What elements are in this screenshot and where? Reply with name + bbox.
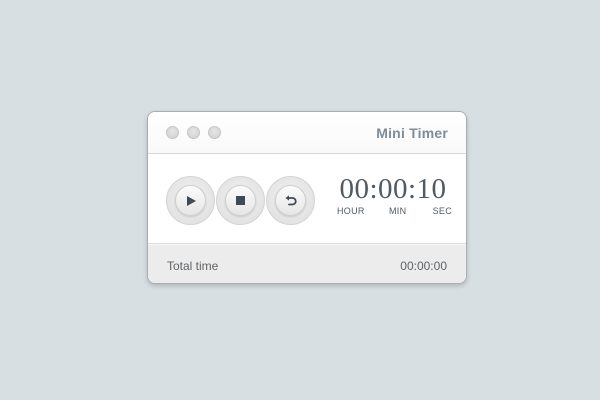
hour-label: HOUR	[337, 206, 365, 216]
title-bar: Mini Timer	[148, 112, 466, 154]
minimize-window-dot[interactable]	[187, 126, 200, 139]
second-label: SEC	[432, 206, 452, 216]
desktop-background: Mini Timer 00:00:10 HOUR MIN SEC Total t…	[0, 0, 600, 400]
play-button[interactable]	[166, 176, 215, 225]
play-icon	[185, 195, 197, 207]
timer-body: 00:00:10 HOUR MIN SEC	[148, 154, 466, 243]
time-display: 00:00:10 HOUR MIN SEC	[334, 174, 452, 218]
mini-timer-window: Mini Timer 00:00:10 HOUR MIN SEC Total t…	[147, 111, 467, 284]
time-units: HOUR MIN SEC	[334, 206, 452, 218]
reset-button[interactable]	[266, 176, 315, 225]
close-window-dot[interactable]	[166, 126, 179, 139]
window-title: Mini Timer	[376, 125, 448, 141]
total-time-value: 00:00:00	[400, 259, 447, 273]
total-time-bar: Total time 00:00:00	[148, 243, 466, 283]
maximize-window-dot[interactable]	[208, 126, 221, 139]
stop-icon	[235, 195, 246, 206]
minute-label: MIN	[389, 206, 407, 216]
total-time-label: Total time	[167, 259, 219, 273]
stop-button[interactable]	[216, 176, 265, 225]
elapsed-time: 00:00:10	[339, 173, 447, 205]
reset-icon	[284, 194, 298, 208]
